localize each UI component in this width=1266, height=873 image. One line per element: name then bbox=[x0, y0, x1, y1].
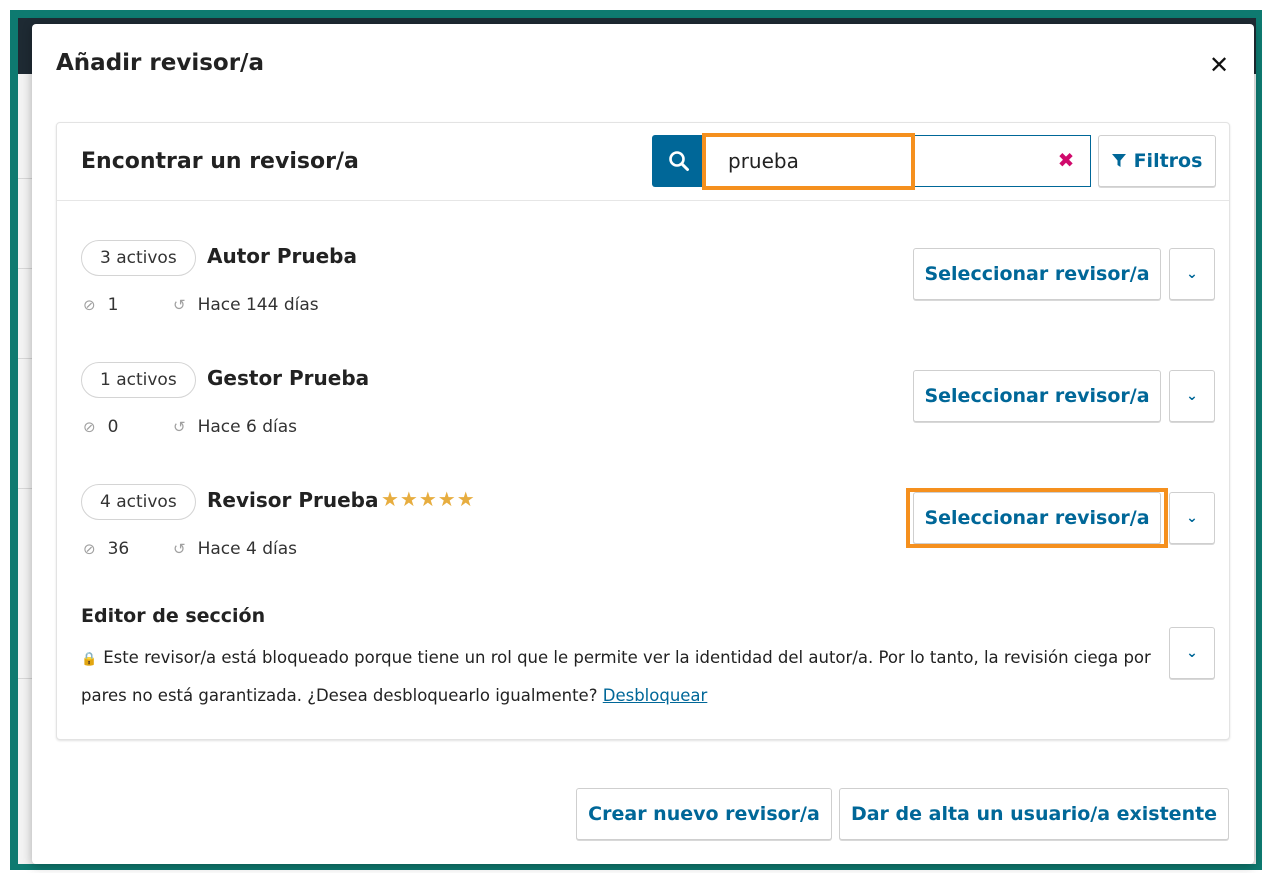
rating-stars-icon: ★★★★★ bbox=[381, 487, 476, 511]
last-activity-text: Hace 4 días bbox=[197, 539, 297, 559]
reviewer-row: 1 activos Gestor Prueba ⊘ 0 ↺ Hace 6 día… bbox=[57, 354, 1229, 454]
history-icon: ↺ bbox=[173, 540, 186, 558]
close-icon[interactable]: ✕ bbox=[1206, 52, 1232, 78]
last-activity: ↺ Hace 4 días bbox=[173, 539, 297, 559]
blocked-details-toggle[interactable]: ⌄ bbox=[1169, 627, 1215, 679]
reviewer-name: Autor Prueba bbox=[207, 244, 357, 268]
last-activity-text: Hace 6 días bbox=[197, 417, 297, 437]
select-reviewer-button[interactable]: Seleccionar revisor/a bbox=[913, 492, 1161, 544]
active-count-badge: 3 activos bbox=[81, 240, 196, 276]
search-input[interactable] bbox=[706, 136, 1046, 186]
completed-count: 0 bbox=[107, 417, 119, 437]
filters-button[interactable]: Filtros bbox=[1098, 135, 1216, 187]
lock-icon: 🔒 bbox=[81, 652, 98, 667]
filter-icon bbox=[1111, 154, 1126, 167]
add-reviewer-modal: Añadir revisor/a ✕ Encontrar un revisor/… bbox=[32, 24, 1254, 864]
chevron-down-icon: ⌄ bbox=[1186, 388, 1198, 404]
chevron-down-icon: ⌄ bbox=[1186, 645, 1198, 661]
check-circle-icon: ⊘ bbox=[83, 540, 96, 558]
blocked-reviewer-name: Editor de sección bbox=[81, 605, 266, 627]
history-icon: ↺ bbox=[173, 418, 186, 436]
search-button[interactable] bbox=[652, 135, 706, 187]
find-reviewer-panel: Encontrar un revisor/a ✖ Filtros bbox=[56, 122, 1230, 740]
active-count-badge: 4 activos bbox=[81, 484, 196, 520]
last-activity: ↺ Hace 144 días bbox=[173, 295, 319, 315]
unlock-link[interactable]: Desbloquear bbox=[603, 686, 708, 705]
modal-title: Añadir revisor/a bbox=[56, 50, 264, 76]
completed-count: 1 bbox=[107, 295, 119, 315]
last-activity-text: Hace 144 días bbox=[197, 295, 319, 315]
panel-title: Encontrar un revisor/a bbox=[81, 149, 359, 174]
search-icon bbox=[669, 151, 689, 171]
reviewer-details-toggle[interactable]: ⌄ bbox=[1169, 370, 1215, 422]
select-reviewer-button[interactable]: Seleccionar revisor/a bbox=[913, 248, 1161, 300]
completed-reviews: ⊘ 1 bbox=[83, 295, 118, 315]
reviewer-name: Gestor Prueba bbox=[207, 366, 370, 390]
blocked-message: 🔒 Este revisor/a está bloqueado porque ti… bbox=[81, 640, 1161, 714]
chevron-down-icon: ⌄ bbox=[1186, 510, 1198, 526]
active-count-badge: 1 activos bbox=[81, 362, 196, 398]
select-reviewer-button[interactable]: Seleccionar revisor/a bbox=[913, 370, 1161, 422]
enroll-existing-user-button[interactable]: Dar de alta un usuario/a existente bbox=[839, 788, 1229, 840]
search-field: ✖ bbox=[706, 135, 1091, 187]
create-reviewer-button[interactable]: Crear nuevo revisor/a bbox=[576, 788, 832, 840]
reviewer-details-toggle[interactable]: ⌄ bbox=[1169, 248, 1215, 300]
check-circle-icon: ⊘ bbox=[83, 296, 96, 314]
check-circle-icon: ⊘ bbox=[83, 418, 96, 436]
completed-count: 36 bbox=[107, 539, 130, 559]
completed-reviews: ⊘ 0 bbox=[83, 417, 118, 437]
reviewer-row: 3 activos Autor Prueba ⊘ 1 ↺ Hace 144 dí… bbox=[57, 232, 1229, 332]
clear-icon[interactable]: ✖ bbox=[1054, 148, 1078, 172]
reviewer-name: Revisor Prueba bbox=[207, 488, 379, 512]
completed-reviews: ⊘ 36 bbox=[83, 539, 129, 559]
reviewer-row: 4 activos Revisor Prueba ★★★★★ ⊘ 36 ↺ Ha… bbox=[57, 476, 1229, 576]
filters-label: Filtros bbox=[1133, 150, 1203, 172]
history-icon: ↺ bbox=[173, 296, 186, 314]
reviewer-details-toggle[interactable]: ⌄ bbox=[1169, 492, 1215, 544]
chevron-down-icon: ⌄ bbox=[1186, 266, 1198, 282]
last-activity: ↺ Hace 6 días bbox=[173, 417, 297, 437]
panel-header: Encontrar un revisor/a ✖ Filtros bbox=[57, 123, 1229, 201]
